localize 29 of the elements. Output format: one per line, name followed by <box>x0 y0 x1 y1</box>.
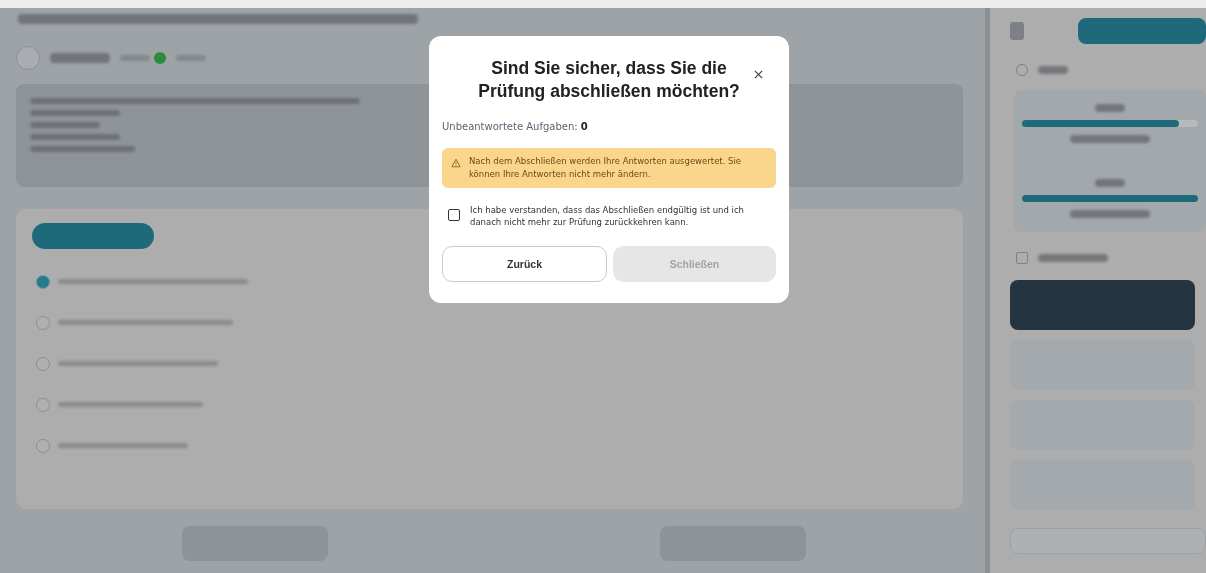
checkbox[interactable] <box>448 209 460 221</box>
list-icon <box>1016 252 1028 264</box>
task-number-icon <box>16 46 40 70</box>
radio-button[interactable] <box>36 274 50 289</box>
radio-button[interactable] <box>36 438 50 453</box>
blurred-text <box>176 55 206 61</box>
mark-answer-button[interactable] <box>32 223 154 249</box>
back-button[interactable]: Zurück <box>442 246 607 282</box>
unanswered-count: 0 <box>580 121 588 132</box>
confirm-label: Ich habe verstanden, dass das Abschließen endgültig ist und ich danach nicht mehr zur Prüfung zurückkehren kann. <box>470 204 745 228</box>
status-dot-icon <box>154 52 166 64</box>
dialog-title: Sind Sie sicher, dass Sie die Prüfung abschließen möchten? <box>477 57 741 103</box>
blurred-text <box>50 53 110 63</box>
radio-button[interactable] <box>36 397 50 412</box>
close-icon[interactable] <box>753 69 764 80</box>
finish-exam-button[interactable] <box>1078 18 1206 44</box>
unanswered-label: Unbeantwortete Aufgaben: <box>442 121 578 132</box>
blurred-text <box>120 55 150 61</box>
radio-button[interactable] <box>36 315 50 330</box>
warning-icon <box>451 158 461 168</box>
sidebar-toggle-icon[interactable] <box>1010 22 1024 40</box>
blurred-text <box>1095 179 1125 187</box>
task-list-item[interactable] <box>1010 280 1195 330</box>
blurred-text <box>1038 66 1068 74</box>
radio-button[interactable] <box>36 356 50 371</box>
warning-text: Nach dem Abschließen werden Ihre Antworten ausgewertet. Sie können Ihre Antworten nicht mehr ändern. <box>469 155 743 181</box>
blurred-text <box>30 122 100 128</box>
blurred-text <box>1095 104 1125 112</box>
blurred-text <box>1038 254 1108 262</box>
